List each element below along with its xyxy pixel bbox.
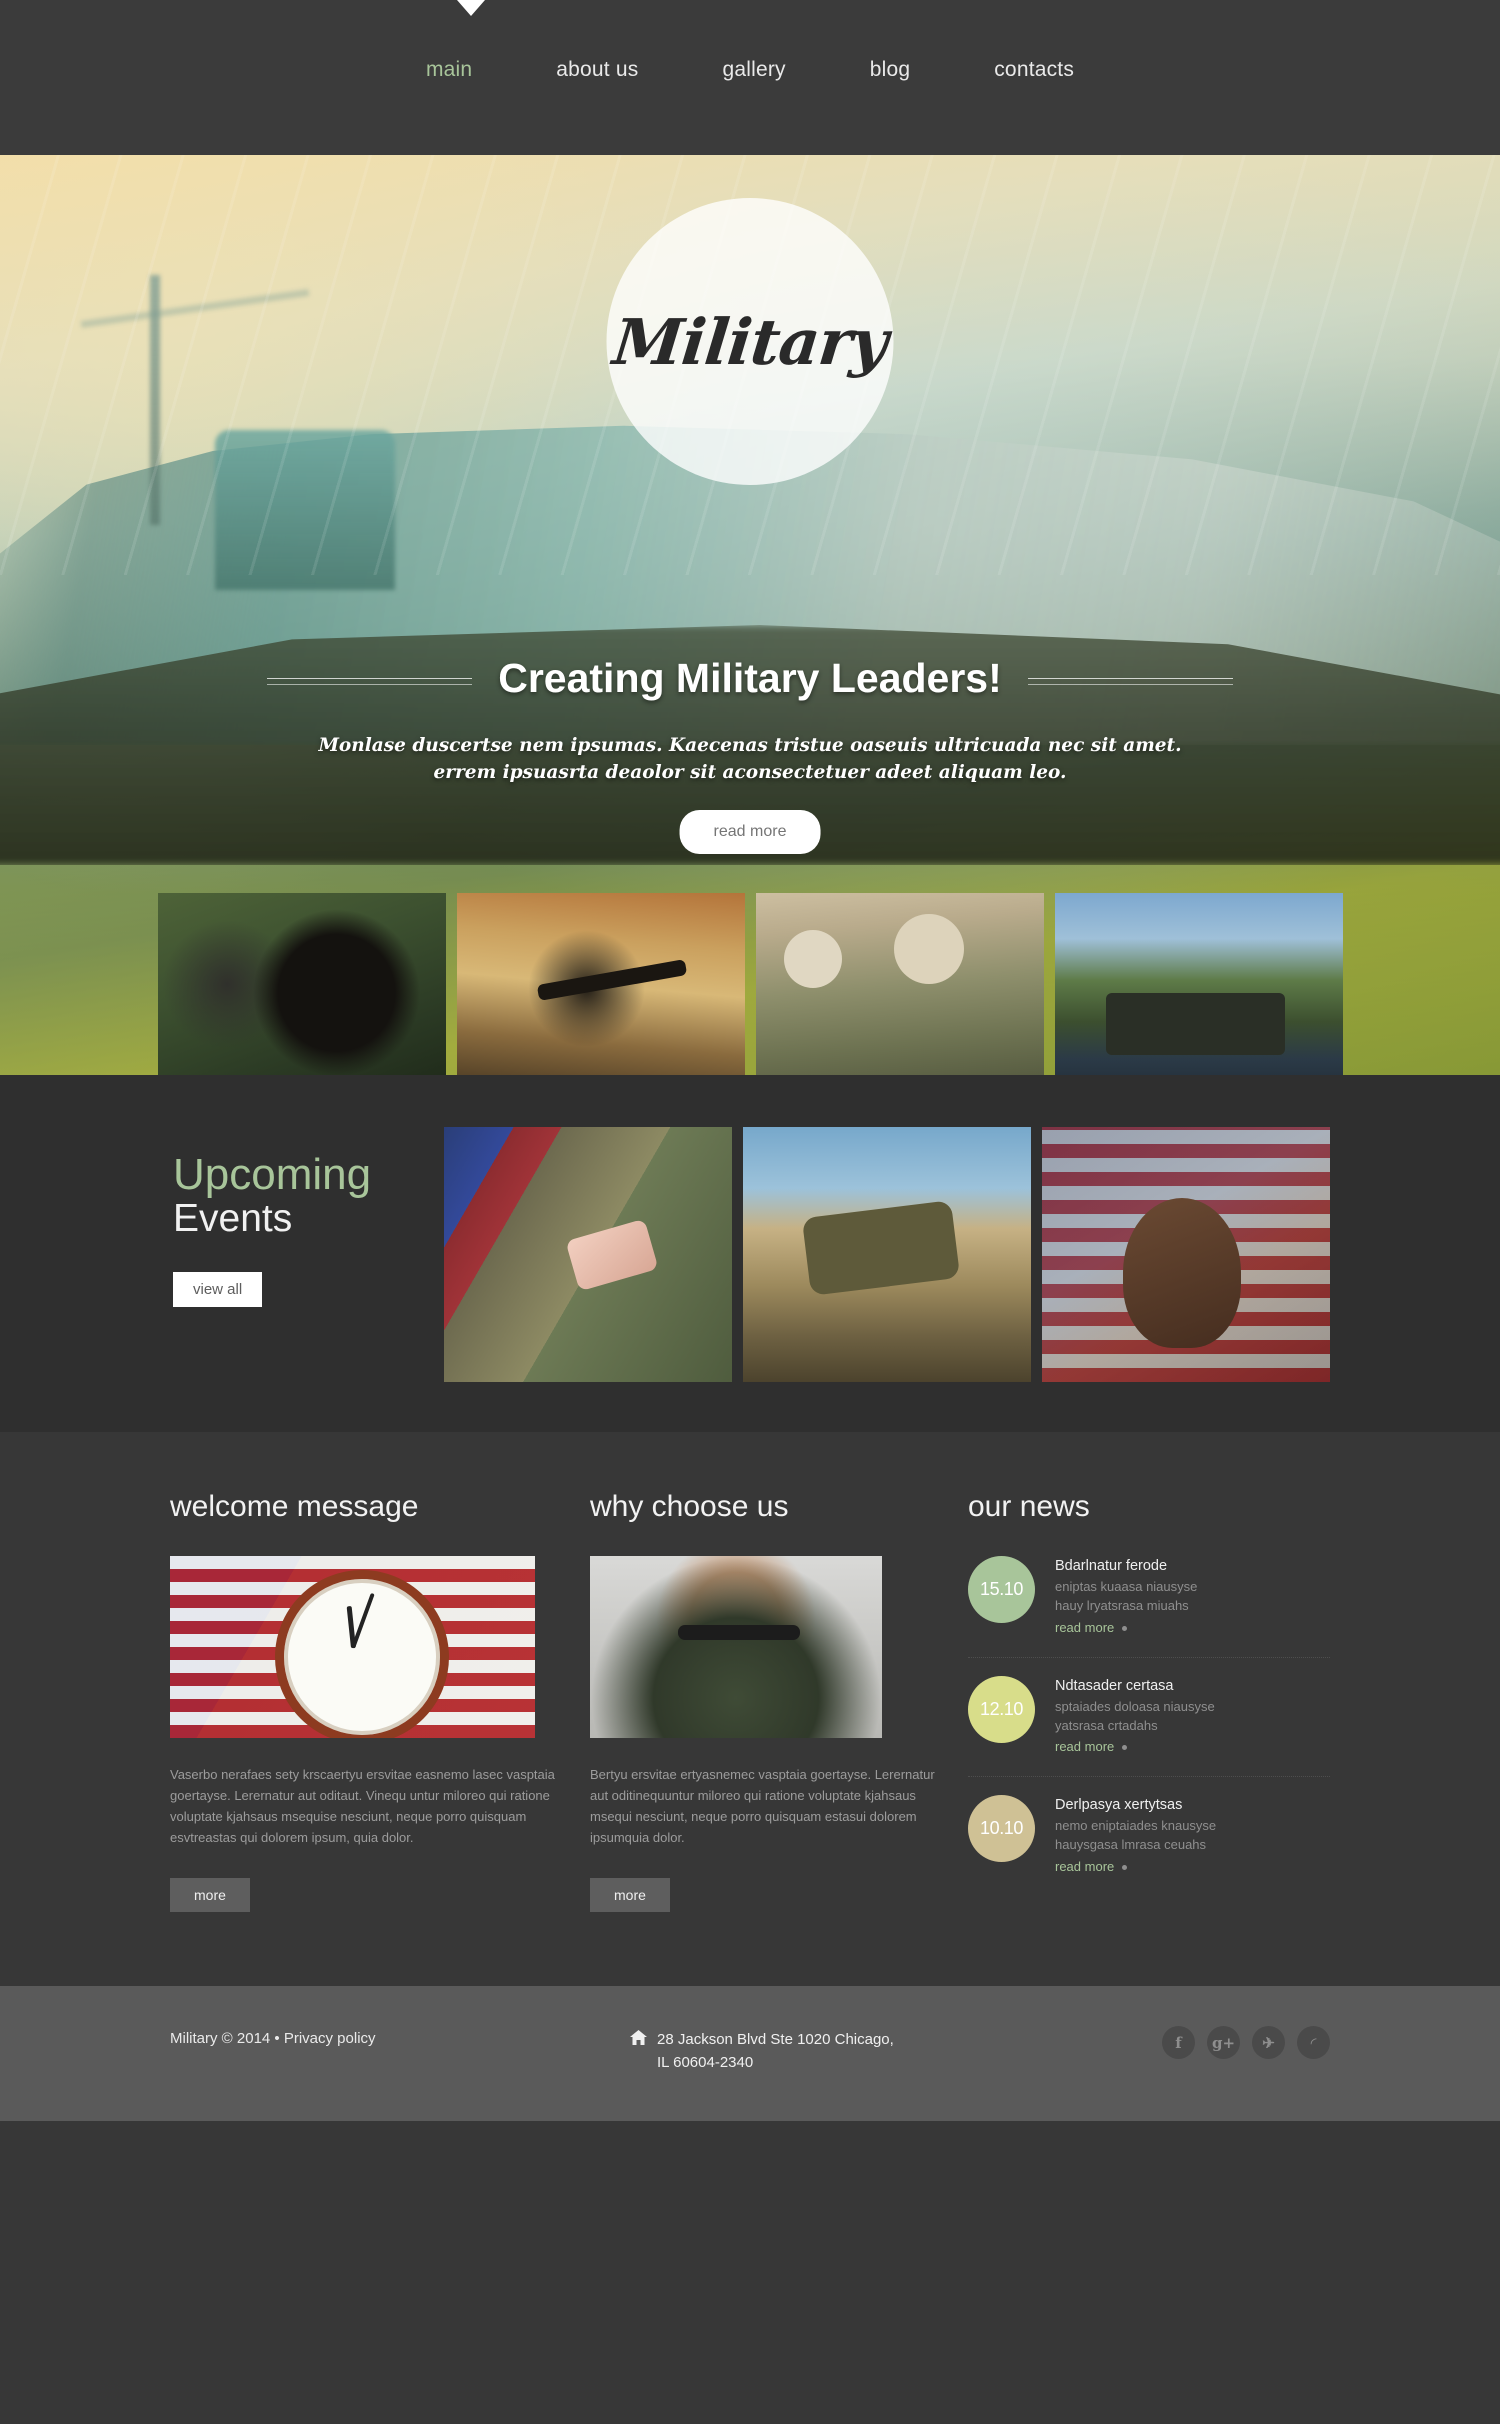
news-date-badge: 10.10 (968, 1795, 1035, 1863)
view-all-button[interactable]: view all (173, 1271, 263, 1307)
helicopter-at-sunset-photo (456, 893, 745, 1075)
welcome-text: Vaserbo nerafaes sety krscaertyu ersvita… (170, 1767, 555, 1846)
footer-address: 28 Jackson Blvd Ste 1020 Chicago, IL 606… (657, 2028, 894, 2075)
bullet-dot-icon (1122, 1745, 1128, 1751)
news-item: 12.10 Ndtasader certasa sptaiades doloas… (968, 1675, 1330, 1778)
hero-rule-right (1027, 678, 1233, 685)
copyright-text: Military © 2014 • Privacy policy (170, 2030, 376, 2048)
feature-card-cadet-life[interactable]: Cadet Life NEMOSERA MASVITAE ERTYAS NIPT… (157, 893, 446, 1075)
news-title: Derlpasya xertytsas (1055, 1797, 1183, 1814)
news-item: 10.10 Derlpasya xertytsas nemo eniptaiad… (968, 1795, 1330, 1896)
clock-and-american-flag-photo (170, 1556, 535, 1738)
our-news-column: our news 15.10 Bdarlnatur ferode eniptas… (968, 1490, 1330, 1914)
soldier-portrait-with-flag-photo[interactable] (1042, 1127, 1330, 1382)
nav-item-contacts[interactable]: contacts (952, 58, 1116, 82)
bullet-dot-icon (1122, 1865, 1128, 1871)
news-description-line-1: sptaiades doloasa niausyse (1055, 1698, 1215, 1714)
dog-tags-on-flag-photo[interactable] (444, 1127, 732, 1382)
news-read-more-label: read more (1055, 1619, 1115, 1635)
rss-icon[interactable]: ◜ (1297, 2026, 1330, 2060)
site-logo[interactable]: Military (606, 198, 894, 485)
hero-subtitle-line-1: Monlase duscertse nem ipsumas. Kaecenas … (318, 735, 1182, 756)
hero-section: Military Creating Military Leaders! Monl… (0, 155, 1500, 1075)
hero-rule-left (267, 678, 473, 685)
sniper-in-desert-photo[interactable] (743, 1127, 1031, 1382)
news-read-more-label: read more (1055, 1859, 1115, 1875)
news-title: Ndtasader certasa (1055, 1677, 1174, 1694)
google-plus-icon[interactable]: g+ (1207, 2026, 1240, 2060)
hero-subtitle-line-2: errem ipsuasrta deaolor sit aconsectetue… (433, 761, 1067, 783)
soldier-with-rifle-photo (157, 893, 446, 1075)
social-links: f g+ ✈ ◜ (1080, 2024, 1330, 2060)
logo-text: Military (609, 304, 891, 379)
address-line-1: 28 Jackson Blvd Ste 1020 Chicago, (657, 2031, 894, 2049)
news-read-more-link[interactable]: read more (1055, 1739, 1128, 1755)
news-description-line-2: hauy lryatsrasa miuahs (1055, 1597, 1189, 1613)
news-item: 15.10 Bdarlnatur ferode eniptas kuaasa n… (968, 1556, 1330, 1658)
news-description-line-1: nemo eniptaiades knausyse (1055, 1818, 1217, 1834)
feature-card-education-of-young-men[interactable]: Education of Young Men DOLORE MUTRSAS OS… (456, 893, 745, 1075)
news-read-more-link[interactable]: read more (1055, 1619, 1128, 1635)
events-heading-block: Upcoming Events view all (170, 1127, 444, 1307)
feature-card-developing-discipline[interactable]: Developing Discipline FOASASE NYITDAS DO… (755, 893, 1044, 1075)
news-heading: our news (968, 1490, 1090, 1523)
why-choose-more-button[interactable]: more (590, 1878, 670, 1913)
nav-pointer-arrow-icon (457, 0, 485, 16)
why-choose-heading: why choose us (590, 1490, 789, 1523)
news-description-line-1: eniptas kuaasa niausyse (1055, 1579, 1198, 1594)
nav-item-blog[interactable]: blog (828, 58, 953, 82)
main-navigation: main about us gallery blog contacts (0, 0, 1500, 82)
site-header: main about us gallery blog contacts (0, 0, 1500, 155)
nav-item-main[interactable]: main (384, 58, 514, 82)
events-heading-bottom: Events (173, 1197, 293, 1240)
hero-title-row: Creating Military Leaders! (0, 655, 1500, 702)
events-gallery (444, 1127, 1330, 1382)
welcome-heading: welcome message (170, 1490, 419, 1523)
events-heading-top: Upcoming (173, 1150, 372, 1199)
news-date-badge: 15.10 (968, 1556, 1035, 1623)
feature-card-teamwork-leadership[interactable]: Teamwork & Leadership ERSVITAE ERTYAS NE… (1054, 893, 1343, 1075)
hero-subtitle: Monlase duscertse nem ipsumas. Kaecenas … (0, 733, 1500, 787)
news-title: Bdarlnatur ferode (1055, 1558, 1168, 1574)
upcoming-events-section: Upcoming Events view all (0, 1075, 1500, 1432)
bullet-dot-icon (1122, 1625, 1128, 1631)
nav-item-about-us[interactable]: about us (514, 58, 680, 82)
hero-read-more-button[interactable]: read more (679, 810, 821, 854)
why-choose-text: Bertyu ersvitae ertyasnemec vasptaia goe… (590, 1767, 935, 1846)
nav-item-gallery[interactable]: gallery (680, 58, 827, 82)
news-read-more-link[interactable]: read more (1055, 1859, 1128, 1875)
welcome-more-button[interactable]: more (170, 1878, 250, 1913)
address-line-2: IL 60604-2340 (657, 2054, 754, 2072)
feature-cards: Cadet Life NEMOSERA MASVITAE ERTYAS NIPT… (0, 893, 1500, 1075)
officer-with-sunglasses-photo (590, 1556, 882, 1738)
soldiers-in-formation-photo (755, 893, 1044, 1075)
news-description-line-2: yatsrasa crtadahs (1055, 1717, 1158, 1733)
news-description-line-2: hauysgasa lmrasa ceuahs (1055, 1837, 1207, 1853)
facebook-icon[interactable]: f (1162, 2026, 1195, 2060)
news-read-more-label: read more (1055, 1739, 1115, 1755)
why-choose-us-column: why choose us Bertyu ersvitae ertyasneme… (590, 1490, 968, 1914)
site-footer: Military © 2014 • Privacy policy 28 Jack… (0, 1986, 1500, 2121)
twitter-icon[interactable]: ✈ (1252, 2026, 1285, 2060)
home-icon (630, 2030, 647, 2050)
main-content-columns: welcome message Vaserbo nerafaes sety kr… (0, 1432, 1500, 1987)
hero-title: Creating Military Leaders! (498, 655, 1002, 701)
welcome-message-column: welcome message Vaserbo nerafaes sety kr… (170, 1490, 590, 1914)
armored-boat-photo (1054, 893, 1343, 1075)
news-date-badge: 12.10 (968, 1675, 1035, 1743)
